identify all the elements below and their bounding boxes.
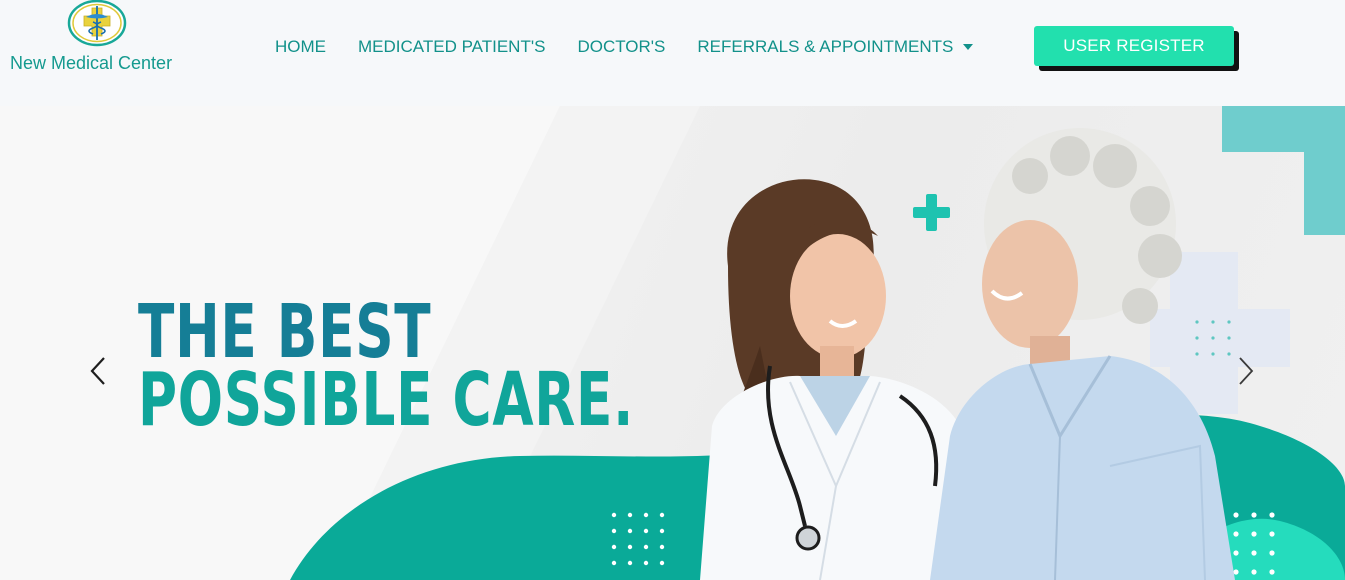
brand-name: New Medical Center (10, 53, 173, 73)
register-wrap: USER REGISTER (1034, 26, 1240, 72)
hero-carousel: THE BEST POSSIBLE CARE. (0, 106, 1345, 580)
user-register-button[interactable]: USER REGISTER (1034, 26, 1234, 66)
nav-doctors[interactable]: DOCTOR'S (577, 36, 665, 58)
hero-title: THE BEST POSSIBLE CARE. (138, 288, 635, 443)
nav-referrals-appointments-dropdown[interactable]: REFERRALS & APPOINTMENTS (697, 36, 974, 58)
carousel-prev-button[interactable] (84, 354, 114, 388)
chevron-left-icon (90, 357, 105, 385)
carousel-next-button[interactable] (1230, 354, 1260, 388)
caduceus-cross-icon (67, 0, 127, 47)
nav-referrals-label: REFERRALS & APPOINTMENTS (697, 37, 954, 56)
chevron-right-icon (1239, 357, 1254, 385)
main-nav: HOME MEDICATED PATIENT'S DOCTOR'S REFERR… (275, 36, 1005, 58)
navbar: New Medical Center HOME MEDICATED PATIEN… (0, 0, 1345, 106)
hero-title-line-2: POSSIBLE CARE. (138, 356, 635, 443)
brand-link[interactable]: New Medical Center (8, 0, 198, 80)
nav-home[interactable]: HOME (275, 36, 326, 58)
hero-title-line-1: THE BEST (138, 288, 432, 375)
nav-medicated-patients[interactable]: MEDICATED PATIENT'S (358, 36, 545, 58)
caret-down-icon (963, 44, 974, 50)
